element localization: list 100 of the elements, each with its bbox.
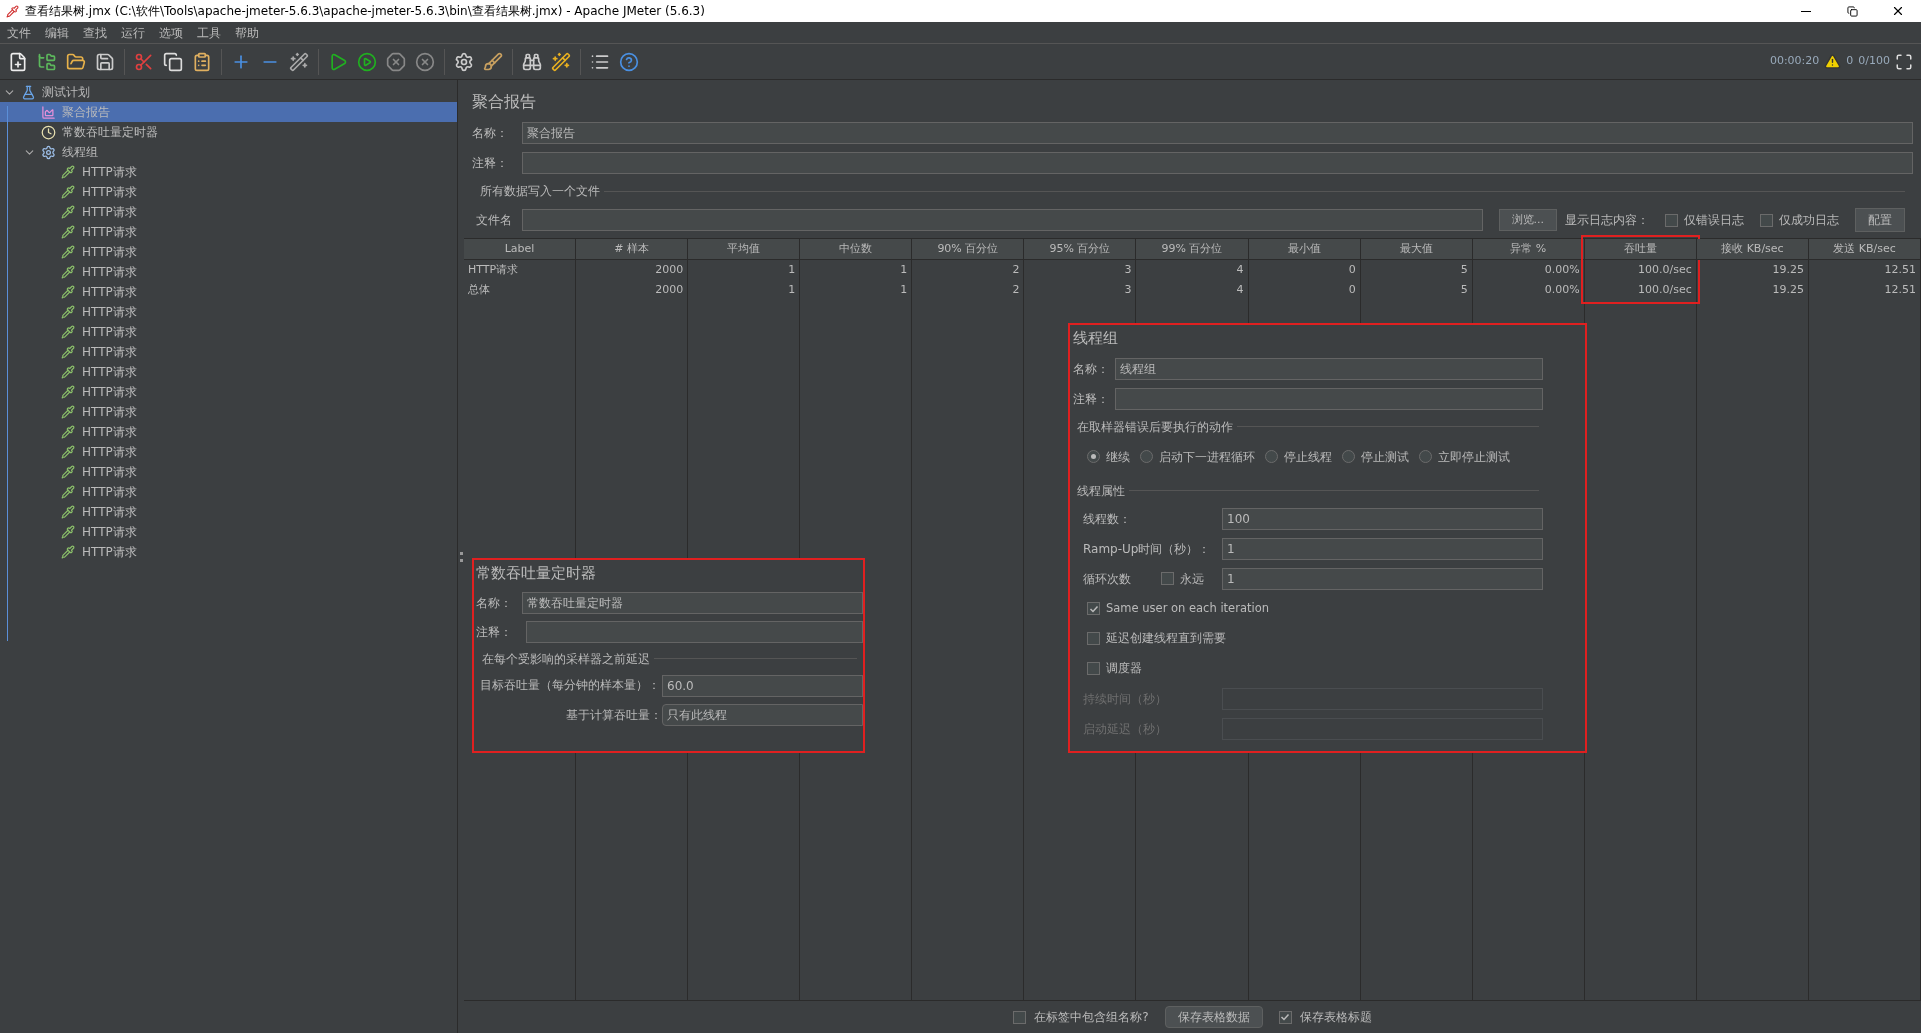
number-field[interactable]: 1: [1222, 537, 1543, 560]
checkbox[interactable]: [1013, 1010, 1027, 1024]
paste-icon[interactable]: [192, 51, 212, 72]
tree-item[interactable]: HTTP请求: [0, 162, 457, 182]
column-header[interactable]: 90% 百分位: [912, 239, 1024, 260]
browse-button[interactable]: 浏览...: [1498, 209, 1557, 231]
menu-item[interactable]: 编辑: [38, 23, 76, 42]
comment-field[interactable]: [522, 152, 1913, 174]
checkbox[interactable]: [1665, 213, 1678, 227]
pipette-icon: [61, 425, 75, 439]
name-field[interactable]: 聚合报告: [522, 122, 1913, 144]
tree-item[interactable]: 测试计划: [0, 82, 457, 102]
tree-item[interactable]: HTTP请求: [0, 182, 457, 202]
table-cell-text: 2: [1011, 261, 1021, 278]
menu-item[interactable]: 文件: [0, 23, 38, 42]
tree-item[interactable]: 线程组: [0, 142, 457, 162]
table-cell-text: 1: [899, 261, 909, 278]
column-header[interactable]: 接收 KB/sec: [1696, 239, 1808, 260]
menu-item[interactable]: 工具: [190, 23, 228, 42]
templates-icon[interactable]: [37, 51, 57, 72]
menu-item[interactable]: 查找: [76, 23, 114, 42]
checkbox[interactable]: [1087, 602, 1100, 615]
tree-item[interactable]: HTTP请求: [0, 382, 457, 402]
column-header[interactable]: 发送 KB/sec: [1808, 239, 1920, 260]
tree-item[interactable]: HTTP请求: [0, 402, 457, 422]
tree-item[interactable]: HTTP请求: [0, 482, 457, 502]
tree-item[interactable]: HTTP请求: [0, 342, 457, 362]
tree-item[interactable]: HTTP请求: [0, 522, 457, 542]
copy-icon[interactable]: [163, 51, 183, 72]
config-button[interactable]: 配置: [1855, 208, 1905, 232]
radio-button[interactable]: [1419, 450, 1432, 463]
column-header[interactable]: Label: [464, 239, 576, 260]
column-header[interactable]: 吞吐量: [1584, 239, 1696, 260]
open-folder-icon[interactable]: [66, 51, 86, 72]
stop-icon[interactable]: [386, 51, 406, 72]
column-header[interactable]: 中位数: [800, 239, 912, 260]
column-header[interactable]: 异常 %: [1472, 239, 1584, 260]
tree-item[interactable]: HTTP请求: [0, 542, 457, 562]
checkbox[interactable]: [1161, 572, 1174, 585]
tree-item[interactable]: HTTP请求: [0, 302, 457, 322]
tree-item[interactable]: HTTP请求: [0, 282, 457, 302]
column-header[interactable]: 平均值: [688, 239, 800, 260]
menu-item[interactable]: 帮助: [228, 23, 266, 42]
checkbox[interactable]: [1087, 632, 1100, 645]
column-header[interactable]: 最小值: [1248, 239, 1360, 260]
checkbox-label: 在标签中包含组名称?: [1034, 1009, 1149, 1026]
checkbox[interactable]: [1760, 213, 1773, 227]
name-field[interactable]: 常数吞吐量定时器: [522, 591, 863, 614]
field-label: 名称：: [472, 125, 509, 142]
calc-mode-select[interactable]: 只有此线程: [662, 703, 863, 726]
tree-item[interactable]: HTTP请求: [0, 322, 457, 342]
tree-item[interactable]: HTTP请求: [0, 422, 457, 442]
tree-item[interactable]: HTTP请求: [0, 202, 457, 222]
radio-button[interactable]: [1087, 450, 1100, 463]
table-cell-text: 5: [1459, 261, 1469, 278]
field-label: 显示日志内容：: [1565, 212, 1649, 229]
tree-item[interactable]: HTTP请求: [0, 502, 457, 522]
panel-title: 聚合报告: [472, 91, 537, 113]
checkbox[interactable]: [1278, 1010, 1292, 1024]
comment-field[interactable]: [526, 620, 863, 643]
expand-icon[interactable]: [1895, 52, 1913, 71]
radio-label: 继续: [1106, 448, 1130, 466]
tree-item[interactable]: HTTP请求: [0, 462, 457, 482]
number-field[interactable]: 100: [1222, 507, 1543, 530]
tree-item[interactable]: HTTP请求: [0, 262, 457, 282]
column-header[interactable]: # 样本: [576, 239, 688, 260]
save-data-button[interactable]: 保存表格数据: [1164, 1006, 1263, 1028]
filename-field[interactable]: [522, 209, 1483, 231]
radio-label: 启动下一进程循环: [1159, 448, 1255, 466]
name-field[interactable]: 线程组: [1115, 357, 1543, 380]
start-no-pause-icon[interactable]: [357, 51, 377, 72]
radio-button[interactable]: [1140, 450, 1153, 463]
throughput-field[interactable]: 60.0: [662, 674, 863, 697]
warning-icon[interactable]: [1824, 53, 1842, 70]
tree-item[interactable]: HTTP请求: [0, 362, 457, 382]
radio-button[interactable]: [1342, 450, 1355, 463]
tree-item[interactable]: HTTP请求: [0, 242, 457, 262]
cut-icon[interactable]: [134, 51, 154, 72]
column-header[interactable]: 最大值: [1360, 239, 1472, 260]
help-icon[interactable]: [619, 51, 639, 72]
start-icon[interactable]: [328, 51, 348, 72]
column-header[interactable]: 95% 百分位: [1024, 239, 1136, 260]
field-label: 基于计算吞吐量：: [565, 706, 662, 724]
menu-item[interactable]: 选项: [152, 23, 190, 42]
pipette-icon: [61, 405, 75, 419]
split-handle-icon[interactable]: [459, 551, 463, 562]
tree-item[interactable]: HTTP请求: [0, 222, 457, 242]
comment-field[interactable]: [1115, 387, 1543, 410]
pipette-icon: [61, 485, 75, 499]
search-icon[interactable]: [522, 51, 542, 72]
column-header[interactable]: 99% 百分位: [1136, 239, 1248, 260]
tree-item[interactable]: 常数吞吐量定时器: [0, 122, 457, 142]
radio-button[interactable]: [1265, 450, 1278, 463]
table-cell-text: 1: [787, 281, 797, 298]
new-file-icon[interactable]: [8, 51, 28, 72]
checkbox[interactable]: [1087, 662, 1100, 675]
save-icon[interactable]: [95, 51, 115, 72]
tree-item[interactable]: HTTP请求: [0, 442, 457, 462]
menu-item[interactable]: 运行: [114, 23, 152, 42]
loop-count-field[interactable]: 1: [1222, 567, 1543, 590]
